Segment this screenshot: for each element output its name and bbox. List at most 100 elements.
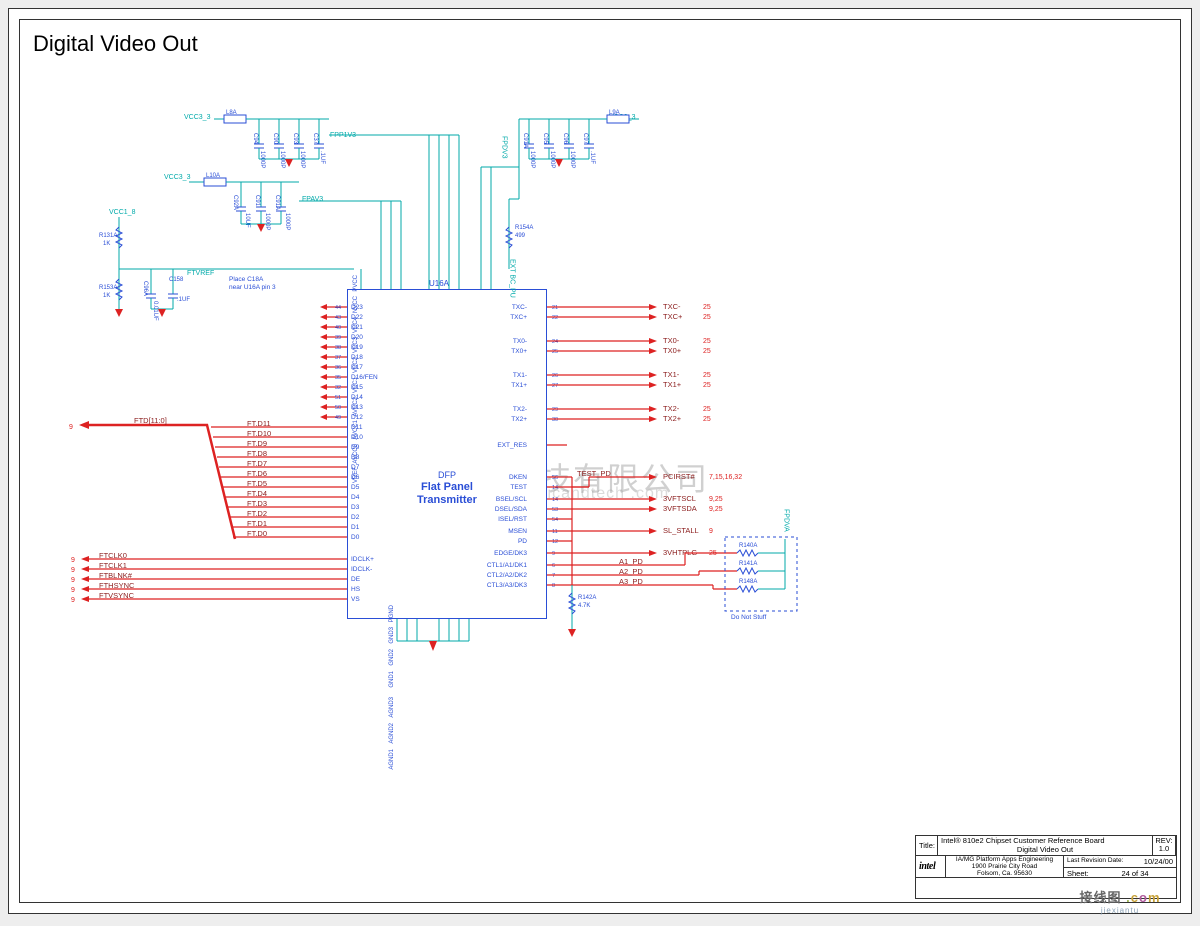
svg-text:D4: D4 xyxy=(351,494,360,501)
svg-text:1000P: 1000P xyxy=(279,151,285,168)
svg-text:3VFTSCL: 3VFTSCL xyxy=(663,494,696,503)
logo-sub: jiexiantu xyxy=(1065,906,1175,915)
svg-text:TXC+: TXC+ xyxy=(510,314,527,321)
svg-text:D14: D14 xyxy=(351,394,363,401)
svg-text:TX1-: TX1- xyxy=(513,372,527,379)
svg-text:MSEN: MSEN xyxy=(508,528,527,535)
svg-text:.1UF: .1UF xyxy=(177,297,190,303)
svg-text:50: 50 xyxy=(335,405,341,411)
logo-o: o xyxy=(1139,890,1148,905)
wiring-svg: VCC3_3 VCC3_3 VCC1_8 VCC3_3 FPP1V3 FPAV3… xyxy=(129,109,909,679)
svg-text:9: 9 xyxy=(71,597,75,604)
svg-text:BSEL/SCL: BSEL/SCL xyxy=(496,496,527,503)
svg-text:11: 11 xyxy=(552,529,558,535)
left-clk-labels: FTCLK0FTCLK1 FTBLNK#FTHSYNC FTVSYNC xyxy=(99,551,135,600)
svg-text:30: 30 xyxy=(552,417,558,423)
svg-text:FT.D4: FT.D4 xyxy=(247,489,267,498)
svg-text:9: 9 xyxy=(69,424,73,431)
tb-subtitle: Digital Video Out xyxy=(1017,846,1073,854)
dns-label: Do Not Stuff xyxy=(731,614,766,621)
rail-vcc18: VCC1_8 xyxy=(109,209,136,216)
svg-text:FTVSYNC: FTVSYNC xyxy=(99,591,135,600)
tb-title-label: Title: xyxy=(916,836,938,855)
apd-lines xyxy=(685,553,737,589)
svg-text:25: 25 xyxy=(703,382,711,389)
svg-text:IDCLK-: IDCLK- xyxy=(351,566,372,573)
svg-text:.1UF: .1UF xyxy=(319,151,325,164)
pins-d23-d12: D23D22D21 D20D19D18 D17D16/FEND15 D14D13… xyxy=(335,304,378,541)
svg-text:R131A: R131A xyxy=(99,233,117,239)
svg-text:TEST: TEST xyxy=(510,484,527,491)
svg-text:40: 40 xyxy=(335,325,341,331)
svg-text:22: 22 xyxy=(552,315,558,321)
svg-text:3VFTSDA: 3VFTSDA xyxy=(663,504,697,513)
svg-text:9: 9 xyxy=(71,557,75,564)
svg-text:C37: C37 xyxy=(312,133,318,145)
svg-text:D19: D19 xyxy=(351,344,363,351)
svg-text:TX0+: TX0+ xyxy=(511,348,527,355)
svg-text:R142A: R142A xyxy=(578,595,596,601)
svg-text:DE: DE xyxy=(351,576,361,583)
svg-text:0.01UF: 0.01UF xyxy=(152,301,158,321)
svg-text:FT.D10: FT.D10 xyxy=(247,429,271,438)
logo-m: m xyxy=(1148,890,1161,905)
svg-text:25: 25 xyxy=(703,348,711,355)
svg-text:C158: C158 xyxy=(169,277,184,283)
svg-text:53: 53 xyxy=(552,507,558,513)
svg-text:D22: D22 xyxy=(351,314,363,321)
svg-text:FT.D1: FT.D1 xyxy=(247,519,267,528)
svg-text:1000P: 1000P xyxy=(569,151,575,168)
svg-text:38: 38 xyxy=(335,345,341,351)
svg-text:FTCLK0: FTCLK0 xyxy=(99,551,127,560)
svg-text:VS: VS xyxy=(351,596,360,603)
svg-text:FT.D11: FT.D11 xyxy=(247,419,271,428)
cap-bank-3: L9A C91A C95 C9 xyxy=(519,110,639,168)
svg-text:C94: C94 xyxy=(252,133,258,145)
svg-text:D9: D9 xyxy=(351,444,360,451)
svg-text:10UF: 10UF xyxy=(244,213,250,228)
svg-text:FT.D8: FT.D8 xyxy=(247,449,267,458)
svg-text:D21: D21 xyxy=(351,324,363,331)
svg-text:7: 7 xyxy=(552,573,555,579)
svg-text:D15: D15 xyxy=(351,384,363,391)
svg-text:R141A: R141A xyxy=(739,561,757,567)
svg-text:27: 27 xyxy=(552,383,558,389)
svg-text:C92A: C92A xyxy=(232,195,238,210)
svg-text:D8: D8 xyxy=(351,454,360,461)
svg-text:TX0-: TX0- xyxy=(513,338,527,345)
svg-text:1000P: 1000P xyxy=(264,213,270,230)
right-pins-tx: TXC-TXC+ TX0-TX0+ TX1-TX1+ TX2-TX2+ EXT_… xyxy=(497,304,558,449)
svg-text:FT.D2: FT.D2 xyxy=(247,509,267,518)
svg-text:9: 9 xyxy=(709,528,713,535)
r154a: R154A 499 EXT BC_PU xyxy=(506,167,533,298)
tb-date-value: 10/24/00 xyxy=(1141,856,1176,867)
svg-text:EDGE/DK3: EDGE/DK3 xyxy=(494,550,527,557)
right-ctrl-arrowheads xyxy=(649,474,657,556)
svg-text:1000P: 1000P xyxy=(549,151,555,168)
svg-text:FT.D3: FT.D3 xyxy=(247,499,267,508)
site-logo: 接线图 .com jiexiantu xyxy=(1065,887,1175,915)
svg-text:9: 9 xyxy=(71,567,75,574)
logo-cn: 接线图 xyxy=(1079,890,1121,905)
svg-text:near U16A pin 3: near U16A pin 3 xyxy=(229,284,276,291)
rail-ftvref: FTVREF xyxy=(187,270,214,277)
svg-text:9: 9 xyxy=(71,587,75,594)
ftd-labels: FT.D11FT.D10 FT.D9FT.D8 FT.D7FT.D6 FT.D5… xyxy=(247,419,271,538)
svg-text:7,15,16,32: 7,15,16,32 xyxy=(709,474,742,481)
svg-text:FT.D0: FT.D0 xyxy=(247,529,267,538)
svg-text:D17: D17 xyxy=(351,364,363,371)
tb-sheet-value: 24 of 34 xyxy=(1094,868,1176,879)
svg-text:25: 25 xyxy=(703,406,711,413)
right-tx-labels: TXC-TXC+ TX0-TX0+ TX1-TX1+ TX2-TX2+ xyxy=(663,302,683,423)
svg-text:25: 25 xyxy=(703,304,711,311)
svg-text:32: 32 xyxy=(335,385,341,391)
svg-text:FT.D9: FT.D9 xyxy=(247,439,267,448)
svg-text:A3_PD: A3_PD xyxy=(619,577,643,586)
svg-text:14: 14 xyxy=(552,485,558,491)
ftd-bus-label: FTD[11:0] xyxy=(134,416,167,425)
rail-vcc33-2: VCC3_3 xyxy=(164,174,191,181)
svg-text:R153A: R153A xyxy=(99,285,117,291)
tb-date-label: Last Revision Date: xyxy=(1064,856,1141,867)
left-stub-arrows xyxy=(320,304,327,420)
svg-text:ISEL/RST: ISEL/RST xyxy=(498,516,527,523)
